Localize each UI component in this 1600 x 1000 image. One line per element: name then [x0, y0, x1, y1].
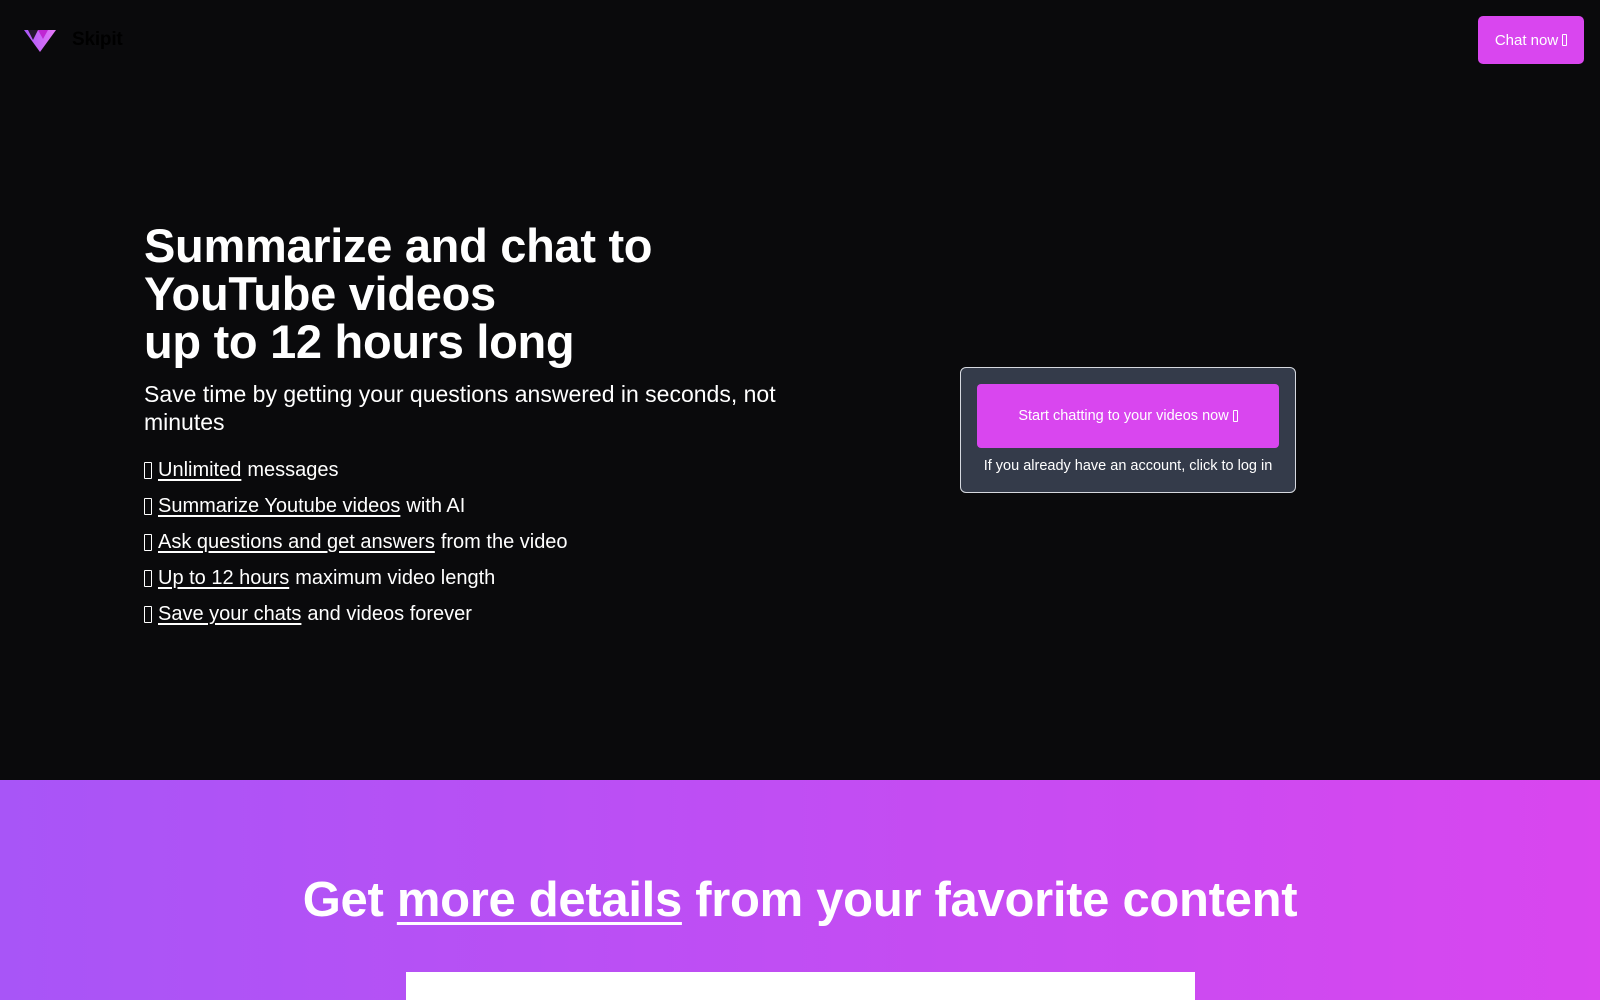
arrow-glyph-icon [1562, 34, 1568, 46]
feature-link-12-hours[interactable]: Up to 12 hours [158, 560, 289, 596]
hero-title-line-2: YouTube videos [144, 267, 496, 320]
feature-link-save-chats[interactable]: Save your chats [158, 596, 301, 632]
feature-item: Summarize Youtube videos with AI [144, 488, 784, 524]
check-glyph-icon [144, 497, 152, 515]
chat-now-button[interactable]: Chat now [1478, 16, 1584, 64]
triangle-logo-icon [24, 30, 56, 52]
feature-text: maximum video length [295, 567, 496, 589]
feature-list: Unlimited messages Summarize Youtube vid… [144, 452, 784, 632]
feature-item: Ask questions and get answers from the v… [144, 524, 784, 560]
feature-text: messages [247, 459, 339, 481]
hero-title: Summarize and chat to YouTube videos up … [144, 222, 784, 366]
check-glyph-icon [144, 569, 152, 587]
details-heading-pre: Get [302, 873, 384, 927]
hero-title-line-3: up to 12 hours long [144, 315, 575, 368]
check-glyph-icon [144, 533, 152, 551]
feature-text: and videos forever [307, 603, 472, 625]
brand-name: Skipit [72, 29, 123, 50]
feature-text: from the video [440, 531, 568, 553]
hero-title-line-1: Summarize and chat to [144, 219, 653, 272]
feature-item: Unlimited messages [144, 452, 784, 488]
start-chatting-label: Start chatting to your videos now [1018, 408, 1229, 424]
feature-link-ask-questions[interactable]: Ask questions and get answers [158, 524, 435, 560]
check-glyph-icon [144, 605, 152, 623]
more-details-link[interactable]: more details [397, 873, 682, 927]
feature-item: Save your chats and videos forever [144, 596, 784, 632]
top-nav: Skipit Chat now [0, 0, 1600, 80]
hero-section: Summarize and chat to YouTube videos up … [144, 222, 784, 632]
demo-panel [406, 972, 1195, 1000]
start-chatting-button[interactable]: Start chatting to your videos now [977, 384, 1279, 448]
feature-link-unlimited[interactable]: Unlimited [158, 452, 241, 488]
details-heading: Get more details from your favorite cont… [0, 872, 1600, 928]
hero-subtitle: Save time by getting your questions answ… [144, 381, 776, 435]
cta-card: Start chatting to your videos now If you… [960, 367, 1296, 493]
login-link[interactable]: If you already have an account, click to… [977, 458, 1279, 474]
chat-now-label: Chat now [1494, 31, 1559, 49]
brand[interactable]: Skipit [24, 27, 123, 53]
details-heading-post: from your favorite content [695, 873, 1298, 927]
check-glyph-icon [144, 461, 152, 479]
feature-text: with AI [406, 495, 466, 517]
details-band: Get more details from your favorite cont… [0, 780, 1600, 1000]
feature-link-summarize[interactable]: Summarize Youtube videos [158, 488, 400, 524]
feature-item: Up to 12 hours maximum video length [144, 560, 784, 596]
arrow-glyph-icon [1232, 410, 1238, 422]
